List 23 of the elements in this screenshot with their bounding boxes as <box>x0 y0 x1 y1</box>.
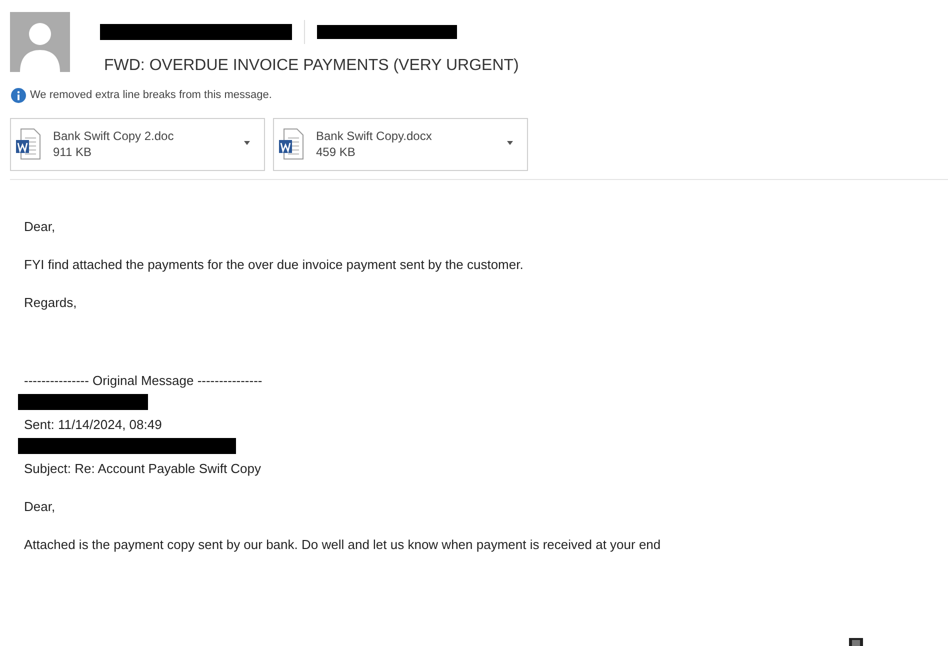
dropdown-caret-icon[interactable] <box>244 140 250 144</box>
attachment-size: 459 KB <box>316 144 356 160</box>
word-document-icon <box>278 128 304 160</box>
attachment-card[interactable]: Bank Swift Copy.docx 459 KB <box>273 118 528 170</box>
attachment-card[interactable]: Bank Swift Copy 2.doc 911 KB <box>10 118 265 170</box>
body-text: FYI find attached the payments for the over due invoice payment sent by the customer. <box>24 256 524 274</box>
dropdown-caret-icon[interactable] <box>507 140 513 144</box>
info-notice: We removed extra line breaks from this message. <box>30 88 272 103</box>
attachment-name: Bank Swift Copy.docx <box>316 128 432 144</box>
body-text: Regards, <box>24 294 78 312</box>
body-text: Dear, <box>24 218 56 236</box>
attachment-size: 911 KB <box>53 144 92 160</box>
info-icon <box>11 88 26 103</box>
body-text: Sent: 11/14/2024, 08:49 <box>24 416 163 434</box>
body-text: Attached is the payment copy sent by our bank. Do well and let us know when payment is received at your end <box>24 536 662 554</box>
email-subject: FWD: OVERDUE INVOICE PAYMENTS (VERY URGENT) <box>104 56 519 76</box>
body-text: Subject: Re: Account Payable Swift Copy <box>24 460 262 478</box>
small-icon <box>849 638 863 646</box>
body-text: --------------- Original Message --------------- <box>24 372 264 390</box>
word-document-icon <box>15 128 41 160</box>
avatar <box>10 12 70 72</box>
body-text: Dear, <box>24 498 56 516</box>
attachment-name: Bank Swift Copy 2.doc <box>53 128 174 144</box>
